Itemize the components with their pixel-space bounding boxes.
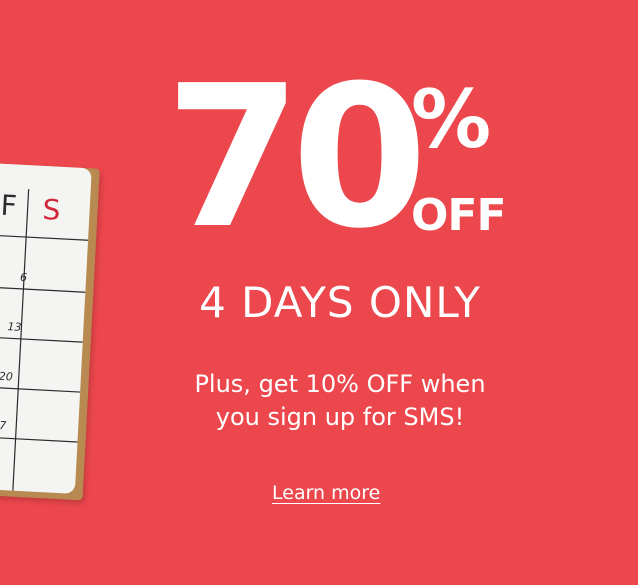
sms-offer-line-2: you sign up for SMS! — [215, 403, 465, 431]
calendar-illustration: F S 6 13 20 27 — [0, 162, 100, 501]
off-label: OFF — [411, 190, 507, 241]
promo-banner: F S 6 13 20 27 70 % OFF 4 DAYS ONLY Plus… — [0, 0, 638, 585]
sms-offer-line-1: Plus, get 10% OFF when — [194, 370, 486, 398]
calendar-header-saturday: S — [41, 192, 62, 227]
discount-number: 70 — [165, 44, 428, 272]
calendar-date: 20 — [0, 369, 14, 384]
discount-headline: 70 % OFF — [165, 44, 525, 272]
calendar-date: 27 — [0, 418, 7, 433]
duration-text: 4 DAYS ONLY — [199, 278, 481, 327]
calendar-date: 6 — [19, 270, 28, 285]
calendar-date: 13 — [7, 320, 22, 334]
learn-more-link[interactable]: Learn more — [272, 484, 380, 503]
calendar-header-friday: F — [0, 188, 18, 223]
percent-sign: % — [411, 73, 492, 166]
